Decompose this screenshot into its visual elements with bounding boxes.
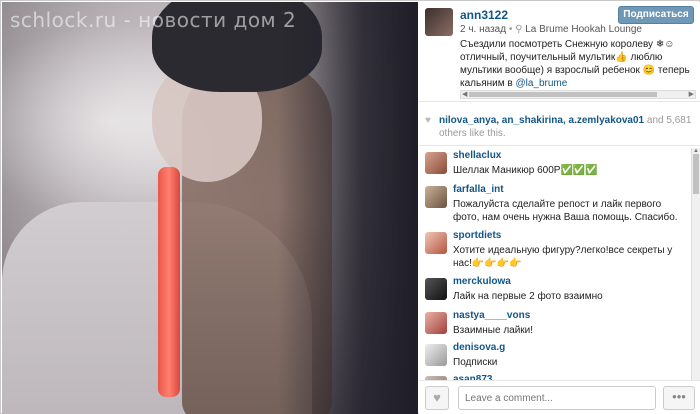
post-location[interactable]: La Brume Hookah Lounge (525, 24, 642, 35)
post-window: schlock.ru - новости дом 2 ann3122 Подпи… (0, 0, 700, 414)
photo-hookah-hose (158, 167, 180, 397)
comment-text: Лайк на первые 2 фото взаимно (453, 291, 603, 302)
ellipsis-icon: ••• (672, 389, 686, 404)
likers-list[interactable]: nilova_anya, an_shakirina, a.zemlyakova0… (439, 115, 644, 126)
caption-horizontal-scrollbar[interactable]: ◀ ▶ (460, 90, 696, 99)
commenter-avatar[interactable] (425, 186, 447, 208)
heart-icon: ♥ (425, 115, 431, 126)
post-meta: 2 ч. назад • ⚲ La Brume Hookah Lounge (460, 24, 642, 35)
more-options-button[interactable]: ••• (663, 386, 695, 410)
comment-username[interactable]: shellaclux (453, 150, 501, 161)
scrollbar-thumb[interactable] (693, 154, 699, 194)
commenter-avatar[interactable] (425, 344, 447, 366)
post-footer: ♥ ••• (419, 380, 700, 414)
comment-username[interactable]: nastya____vons (453, 310, 530, 321)
scroll-left-icon[interactable]: ◀ (462, 90, 467, 98)
photo-shadow (278, 2, 418, 414)
scroll-right-icon[interactable]: ▶ (689, 90, 694, 98)
commenter-avatar[interactable] (425, 152, 447, 174)
comment-username[interactable]: denisova.g (453, 342, 505, 353)
comment-text: Шеллак Маникюр 600Р✅✅✅ (453, 165, 598, 176)
post-header: ann3122 Подписаться 2 ч. назад • ⚲ La Br… (419, 2, 700, 102)
heart-icon: ♥ (433, 390, 441, 405)
comment-text: Взаимные лайки! (453, 325, 534, 336)
likes-summary: nilova_anya, an_shakirina, a.zemlyakova0… (439, 114, 697, 140)
comment-input[interactable] (458, 386, 656, 410)
post-time[interactable]: 2 ч. назад (460, 24, 506, 35)
comment-text: Пожалуйста сделайте репост и лайк первог… (453, 199, 678, 223)
scrollbar-thumb[interactable] (469, 92, 657, 97)
site-watermark: schlock.ru - новости дом 2 (10, 8, 297, 32)
caption-text: Съездили посмотреть Снежную королеву ❄☺ … (460, 39, 690, 89)
post-photo[interactable]: schlock.ru - новости дом 2 (2, 2, 418, 414)
pin-icon: • ⚲ (508, 24, 526, 35)
owner-username[interactable]: ann3122 (460, 8, 508, 22)
comment-username[interactable]: merckulowa (453, 276, 511, 287)
owner-avatar[interactable] (425, 8, 453, 36)
comment-username[interactable]: farfalla_int (453, 184, 504, 195)
commenter-avatar[interactable] (425, 278, 447, 300)
comment-text: Хотите идеальную фигуру?легко!все секрет… (453, 245, 673, 269)
commenter-avatar[interactable] (425, 312, 447, 334)
commenter-avatar[interactable] (425, 232, 447, 254)
comments-vertical-scrollbar[interactable]: ▲ (691, 148, 700, 380)
comments-list: shellaclux Шеллак Маникюр 600Р✅✅✅ farfal… (419, 148, 700, 380)
comment-username[interactable]: sportdiets (453, 230, 501, 241)
likes-section: ♥ nilova_anya, an_shakirina, a.zemlyakov… (419, 110, 700, 146)
caption-mention[interactable]: @la_brume (515, 78, 567, 89)
post-caption: Съездили посмотреть Снежную королеву ❄☺ … (460, 38, 696, 90)
like-button[interactable]: ♥ (425, 386, 449, 410)
comment-text: Подписки (453, 357, 498, 368)
follow-button[interactable]: Подписаться (618, 6, 694, 24)
post-sidebar: ann3122 Подписаться 2 ч. назад • ⚲ La Br… (419, 2, 700, 414)
